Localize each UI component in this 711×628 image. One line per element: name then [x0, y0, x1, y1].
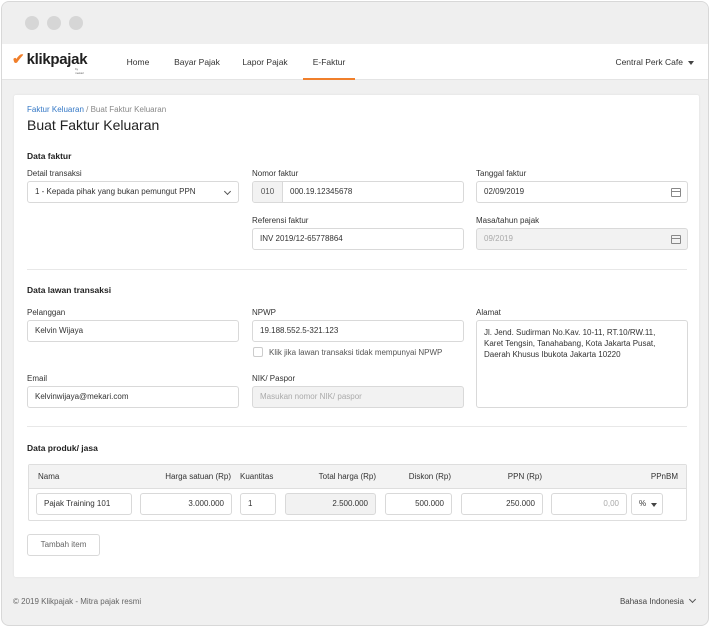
browser-window: ✔ klikpajak by mekari Home Bayar Pajak L… — [1, 1, 709, 626]
section-divider — [27, 269, 687, 270]
footer-copyright: © 2019 Klikpajak - Mitra pajak resmi — [13, 597, 142, 606]
window-dot-minimize[interactable] — [47, 16, 61, 30]
diskon-field[interactable]: 500.000 — [385, 493, 452, 515]
footer: © 2019 Klikpajak - Mitra pajak resmi Bah… — [2, 587, 708, 617]
ppnbm-unit-select[interactable]: % — [631, 493, 663, 515]
company-name: Central Perk Cafe — [615, 57, 683, 67]
nav-item-bayar-pajak[interactable]: Bayar Pajak — [166, 44, 228, 80]
section-title-data-faktur: Data faktur — [27, 151, 72, 161]
chevron-down-icon — [688, 595, 697, 604]
harga-satuan-field[interactable]: 3.000.000 — [140, 493, 232, 515]
section-title-data-lawan-transaksi: Data lawan transaksi — [27, 285, 112, 295]
nomor-faktur-label: Nomor faktur — [252, 169, 299, 178]
alamat-label: Alamat — [476, 308, 501, 317]
kuantitas-field[interactable]: 1 — [240, 493, 276, 515]
calendar-icon[interactable] — [671, 188, 681, 197]
npwp-field[interactable]: 19.188.552.5-321.123 — [252, 320, 464, 342]
company-menu[interactable]: Central Perk Cafe — [615, 44, 694, 80]
tanggal-faktur-field[interactable]: 02/09/2019 — [476, 181, 688, 203]
top-navbar: ✔ klikpajak by mekari Home Bayar Pajak L… — [2, 44, 708, 80]
email-label: Email — [27, 374, 48, 383]
npwp-label: NPWP — [252, 308, 276, 317]
referensi-faktur-field[interactable]: INV 2019/12-65778864 — [252, 228, 464, 250]
klikpajak-logo[interactable]: ✔ klikpajak by mekari — [12, 51, 88, 76]
nomor-faktur-field[interactable]: 010 000.19.12345678 — [252, 181, 464, 203]
ppnbm-field[interactable]: 0,00 — [551, 493, 627, 515]
column-header-kuantitas: Kuantitas — [240, 472, 274, 481]
masa-tahun-pajak-field: 09/2019 — [476, 228, 688, 250]
page-title: Buat Faktur Keluaran — [27, 117, 160, 133]
checkmark-icon: ✔ — [12, 51, 25, 68]
alamat-textarea[interactable]: Jl. Jend. Sudirman No.Kav. 10-11, RT.10/… — [476, 320, 688, 408]
detail-transaksi-select[interactable]: 1 - Kepada pihak yang bukan pemungut PPN — [27, 181, 239, 203]
column-header-diskon: Diskon (Rp) — [408, 472, 451, 481]
ppn-field[interactable]: 250.000 — [461, 493, 543, 515]
window-dot-maximize[interactable] — [69, 16, 83, 30]
chevron-down-icon — [223, 187, 232, 196]
pelanggan-field[interactable]: Kelvin Wijaya — [27, 320, 239, 342]
breadcrumb-link[interactable]: Faktur Keluaran — [27, 105, 84, 114]
nomor-faktur-prefix: 010 — [253, 182, 283, 202]
caret-down-icon — [688, 60, 694, 65]
language-selector[interactable]: Bahasa Indonesia — [620, 595, 697, 606]
breadcrumb: Faktur Keluaran / Buat Faktur Keluaran — [27, 105, 167, 114]
calendar-icon — [671, 235, 681, 244]
pelanggan-label: Pelanggan — [27, 308, 66, 317]
window-dot-close[interactable] — [25, 16, 39, 30]
caret-down-icon — [651, 503, 657, 507]
masa-tahun-pajak-label: Masa/tahun pajak — [476, 216, 540, 225]
no-npwp-checkbox-label[interactable]: Klik jika lawan transaksi tidak mempunya… — [269, 348, 442, 357]
nav-item-lapor-pajak[interactable]: Lapor Pajak — [234, 44, 296, 80]
nik-paspor-label: NIK/ Paspor — [252, 374, 296, 383]
nama-produk-field[interactable]: Pajak Training 101 — [36, 493, 132, 515]
breadcrumb-current: Buat Faktur Keluaran — [90, 105, 167, 114]
main-card: Faktur Keluaran / Buat Faktur Keluaran B… — [14, 95, 699, 577]
nav-item-home[interactable]: Home — [112, 44, 164, 80]
no-npwp-checkbox[interactable] — [253, 347, 263, 357]
column-header-ppn: PPN (Rp) — [507, 472, 542, 481]
nav-item-e-faktur[interactable]: E-Faktur — [303, 44, 355, 80]
email-field[interactable]: Kelvinwijaya@mekari.com — [27, 386, 239, 408]
total-harga-field: 2.500.000 — [285, 493, 376, 515]
tanggal-faktur-label: Tanggal faktur — [476, 169, 527, 178]
title-bar — [2, 2, 708, 44]
table-header: Nama Harga satuan (Rp) Kuantitas Total h… — [29, 465, 686, 489]
tambah-item-button[interactable]: Tambah item — [27, 534, 100, 556]
detail-transaksi-label: Detail transaksi — [27, 169, 82, 178]
column-header-nama: Nama — [38, 472, 60, 481]
section-divider — [27, 426, 687, 427]
produk-table: Nama Harga satuan (Rp) Kuantitas Total h… — [28, 464, 687, 521]
column-header-total-harga: Total harga (Rp) — [318, 472, 376, 481]
column-header-ppnbm: PPnBM — [650, 472, 678, 481]
referensi-faktur-label: Referensi faktur — [252, 216, 309, 225]
section-title-data-produk: Data produk/ jasa — [27, 443, 98, 453]
column-header-harga-satuan: Harga satuan (Rp) — [165, 472, 231, 481]
nik-paspor-field[interactable]: Masukan nomor NIK/ paspor — [252, 386, 464, 408]
